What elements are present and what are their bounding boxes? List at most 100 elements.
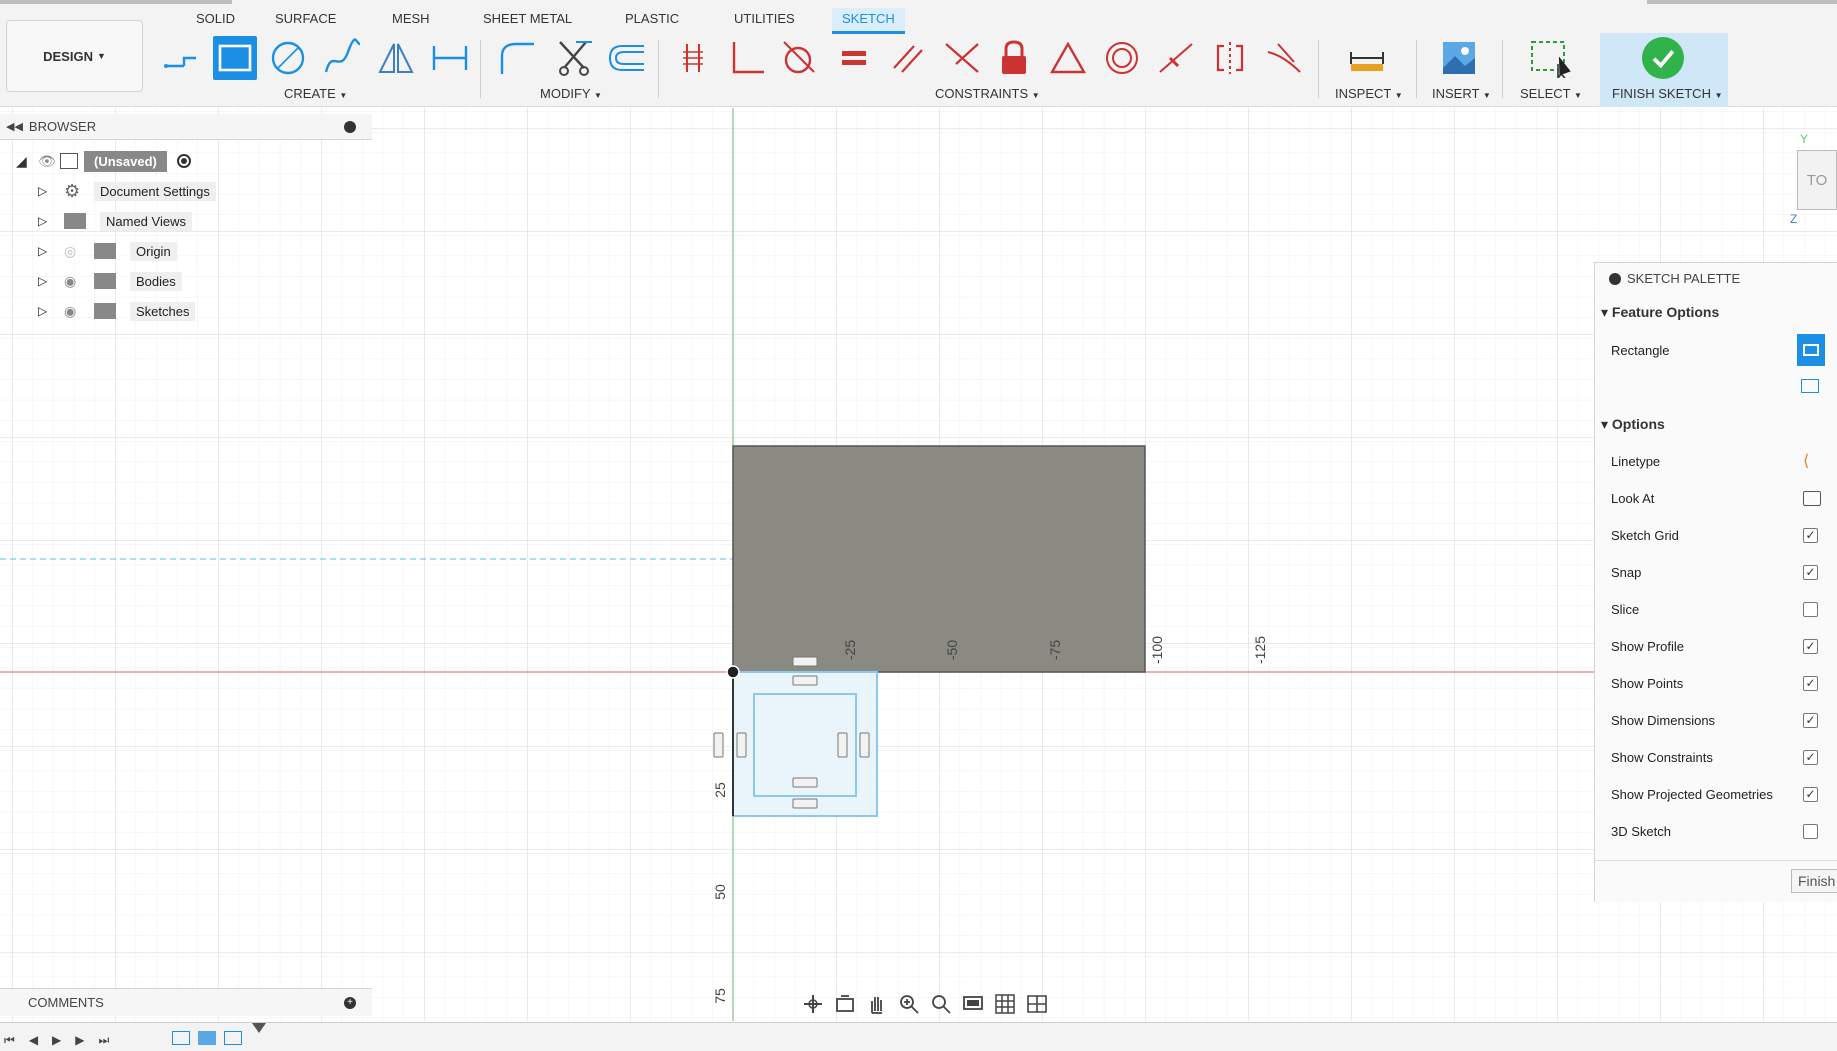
display-settings-icon[interactable]: [960, 992, 986, 1016]
play-icon[interactable]: ▶: [52, 1033, 61, 1048]
tab-solid[interactable]: SOLID: [186, 8, 245, 34]
browser-header: ◀◀ BROWSER: [0, 114, 372, 140]
eye-hidden-icon[interactable]: ◎: [64, 243, 94, 260]
snap-checkbox[interactable]: ✓: [1803, 564, 1818, 580]
look-at-nav-icon[interactable]: [832, 992, 858, 1016]
collapse-panel-icon[interactable]: ◀◀: [6, 120, 23, 133]
tree-root-unsaved[interactable]: ◢ 👁 (Unsaved): [16, 148, 191, 174]
timeline-sketch-icon[interactable]: [224, 1031, 242, 1045]
viewports-icon[interactable]: [1024, 992, 1050, 1016]
eye-icon[interactable]: ◉: [64, 273, 94, 290]
rectangle-tool-icon[interactable]: [213, 36, 257, 80]
expand-triangle-icon[interactable]: ▷: [38, 304, 64, 318]
minimize-icon[interactable]: [1609, 272, 1621, 285]
timeline-sketch-icon[interactable]: [172, 1031, 190, 1045]
equal-constraint-icon[interactable]: [832, 36, 876, 80]
show-projected-geometries-checkbox[interactable]: ✓: [1803, 786, 1818, 802]
orbit-icon[interactable]: [800, 992, 826, 1016]
linetype-icon[interactable]: ⟨: [1803, 451, 1809, 471]
mirror-tool-icon[interactable]: [374, 36, 418, 80]
offset-tool-icon[interactable]: [604, 36, 648, 80]
step-back-icon[interactable]: ◀: [29, 1033, 38, 1048]
options-section[interactable]: ▾ Options: [1601, 416, 1665, 433]
show-points-checkbox[interactable]: ✓: [1803, 675, 1818, 691]
activate-radio-icon[interactable]: [176, 154, 191, 168]
go-to-start-icon[interactable]: ⏮: [4, 1033, 15, 1048]
show-constraints-checkbox[interactable]: ✓: [1803, 749, 1818, 765]
tab-plastic[interactable]: PLASTIC: [615, 8, 689, 34]
modify-menu[interactable]: MODIFY ▼: [540, 86, 602, 101]
finish-button[interactable]: Finish: [1791, 869, 1837, 893]
tab-utilities[interactable]: UTILITIES: [724, 8, 805, 34]
rectangle-option-label: Rectangle: [1611, 342, 1670, 358]
grid-settings-icon[interactable]: [992, 992, 1018, 1016]
toolbar: SOLID SURFACE MESH SHEET METAL PLASTIC U…: [0, 0, 1837, 107]
add-comment-icon[interactable]: +: [344, 996, 356, 1009]
sketch-grid-checkbox[interactable]: ✓: [1803, 527, 1818, 543]
3d-sketch-checkbox[interactable]: [1803, 823, 1818, 839]
show-profile-checkbox[interactable]: ✓: [1803, 638, 1818, 654]
feature-options-section[interactable]: ▾ Feature Options: [1601, 304, 1719, 321]
coincident-constraint-icon[interactable]: [671, 36, 715, 80]
tree-item-document-settings[interactable]: ▷ ⚙ Document Settings: [38, 178, 216, 204]
fit-zoom-icon[interactable]: [928, 992, 954, 1016]
insert-image-icon[interactable]: [1437, 36, 1481, 80]
measure-icon[interactable]: [1345, 36, 1389, 80]
expand-triangle-icon[interactable]: ▷: [38, 244, 64, 258]
concentric-constraint-icon[interactable]: [1100, 36, 1144, 80]
eye-icon[interactable]: 👁: [38, 153, 60, 170]
parallel-constraint-icon[interactable]: [886, 36, 930, 80]
dimension-tool-icon[interactable]: [428, 36, 472, 80]
curvature-constraint-icon[interactable]: [1262, 36, 1306, 80]
center-rectangle-icon[interactable]: [1801, 379, 1819, 393]
zoom-icon[interactable]: [896, 992, 922, 1016]
tree-item-bodies[interactable]: ▷ ◉ Bodies: [38, 268, 182, 294]
symmetry-constraint-icon[interactable]: [940, 36, 984, 80]
caret-down-icon: ▼: [96, 51, 106, 61]
tab-mesh[interactable]: MESH: [382, 8, 440, 34]
tree-item-named-views[interactable]: ▷ Named Views: [38, 208, 192, 234]
expand-triangle-icon[interactable]: ▷: [38, 274, 64, 288]
look-at-icon[interactable]: [1803, 490, 1821, 506]
triangle-constraint-icon[interactable]: [1046, 36, 1090, 80]
tab-sheet-metal[interactable]: SHEET METAL: [473, 8, 582, 34]
fillet-tool-icon[interactable]: [494, 36, 538, 80]
sketch-canvas[interactable]: -25 -50 -75 -100 -125 25 50 75 TO Y Z: [0, 108, 1837, 1021]
pan-hand-icon[interactable]: [864, 992, 890, 1016]
workspace-switcher-button[interactable]: DESIGN ▼: [6, 20, 143, 92]
circle-tool-icon[interactable]: [266, 36, 310, 80]
symmetric-constraint-icon[interactable]: [1208, 36, 1252, 80]
expand-triangle-icon[interactable]: ▷: [38, 214, 64, 228]
constraints-menu[interactable]: CONSTRAINTS ▼: [935, 86, 1040, 101]
spline-tool-icon[interactable]: [320, 36, 364, 80]
eye-icon[interactable]: ◉: [64, 303, 94, 320]
go-to-end-icon[interactable]: ⏭: [99, 1033, 110, 1048]
midpoint-constraint-icon[interactable]: [1154, 36, 1198, 80]
tangent-constraint-icon[interactable]: [776, 36, 820, 80]
fix-lock-icon[interactable]: [992, 36, 1036, 80]
expand-triangle-icon[interactable]: ◢: [16, 153, 38, 170]
perpendicular-constraint-icon[interactable]: [724, 36, 768, 80]
viewcube[interactable]: TO: [1797, 150, 1837, 210]
finish-sketch-button[interactable]: FINISH SKETCH ▼: [1600, 33, 1728, 107]
insert-menu[interactable]: INSERT ▼: [1432, 86, 1491, 101]
sketch-origin-point: [726, 665, 740, 679]
show-dimensions-checkbox[interactable]: ✓: [1803, 712, 1818, 728]
minimize-icon[interactable]: [344, 120, 356, 133]
two-point-rectangle-icon[interactable]: [1797, 334, 1825, 366]
tree-item-origin[interactable]: ▷ ◎ Origin: [38, 238, 177, 264]
expand-triangle-icon[interactable]: ▷: [38, 184, 64, 198]
palette-row-3d-sketch: 3D Sketch: [1595, 816, 1837, 846]
tree-item-sketches[interactable]: ▷ ◉ Sketches: [38, 298, 196, 324]
timeline-extrude-icon[interactable]: [198, 1031, 216, 1045]
step-forward-icon[interactable]: ▶: [75, 1033, 84, 1048]
tab-sketch[interactable]: SKETCH: [832, 8, 905, 34]
select-menu[interactable]: SELECT ▼: [1520, 86, 1582, 101]
line-tool-icon[interactable]: [160, 36, 204, 80]
create-menu[interactable]: CREATE ▼: [284, 86, 347, 101]
tab-surface[interactable]: SURFACE: [265, 8, 346, 34]
timeline-marker-icon[interactable]: [252, 1023, 266, 1033]
trim-scissors-icon[interactable]: [552, 36, 596, 80]
slice-checkbox[interactable]: [1803, 601, 1818, 617]
inspect-menu[interactable]: INSPECT ▼: [1335, 86, 1403, 101]
